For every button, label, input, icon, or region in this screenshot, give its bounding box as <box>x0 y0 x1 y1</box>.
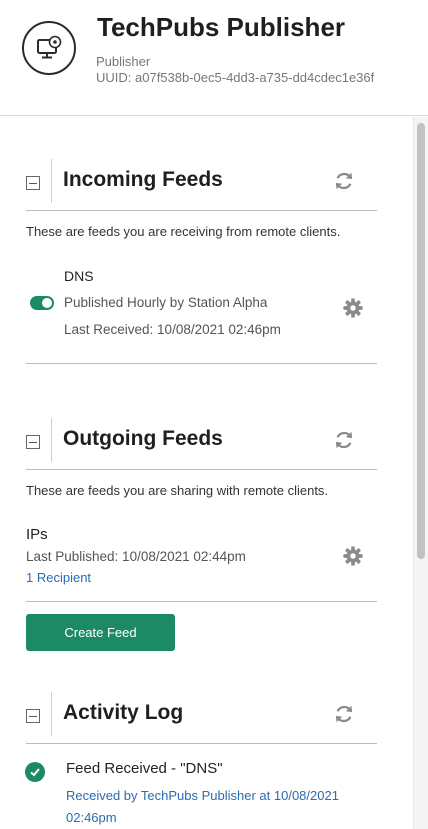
header-divider <box>51 159 52 203</box>
activity-entry-detail: Received by TechPubs Publisher at 10/08/… <box>66 788 339 825</box>
activity-log-title: Activity Log <box>63 701 184 724</box>
feed-enabled-toggle[interactable] <box>30 296 54 310</box>
incoming-feeds-header: Incoming Feeds <box>0 159 410 205</box>
refresh-outgoing-icon[interactable] <box>333 429 355 451</box>
incoming-description: These are feeds you are receiving from r… <box>26 224 341 239</box>
role-label: Publisher <box>96 54 151 69</box>
incoming-feed-last-received: Last Received: 10/08/2021 02:46pm <box>64 322 281 337</box>
app-title: TechPubs Publisher <box>97 12 346 42</box>
main-content: Incoming Feeds These are feeds you are r… <box>0 117 410 829</box>
incoming-feed-settings-icon[interactable] <box>342 297 364 319</box>
scrollbar-thumb[interactable] <box>417 123 425 559</box>
section-rule <box>26 210 377 211</box>
outgoing-description: These are feeds you are sharing with rem… <box>26 483 329 498</box>
section-rule <box>26 601 377 602</box>
outgoing-feed-last-published: Last Published: 10/08/2021 02:44pm <box>26 549 246 564</box>
incoming-feed-name: DNS <box>64 268 94 284</box>
outgoing-feeds-header: Outgoing Feeds <box>0 418 410 464</box>
outgoing-feed-settings-icon[interactable] <box>342 545 364 567</box>
collapse-outgoing-button[interactable] <box>26 435 40 449</box>
outgoing-feeds-title: Outgoing Feeds <box>63 427 223 450</box>
incoming-feeds-title: Incoming Feeds <box>63 168 223 191</box>
collapse-incoming-button[interactable] <box>26 176 40 190</box>
section-rule <box>26 363 377 364</box>
section-rule <box>26 469 377 470</box>
collapse-activity-button[interactable] <box>26 709 40 723</box>
activity-log-header: Activity Log <box>0 692 410 738</box>
success-check-icon <box>25 762 45 782</box>
scrollbar[interactable] <box>413 117 428 829</box>
header-divider <box>51 692 52 736</box>
recipients-link[interactable]: 1 Recipient <box>26 570 91 585</box>
section-rule <box>26 743 377 744</box>
monitor-gear-icon <box>22 21 76 75</box>
uuid-label: UUID: a07f538b-0ec5-4dd3-a735-dd4cdec1e3… <box>96 70 375 85</box>
outgoing-feed-name: IPs <box>26 526 48 543</box>
app-header: TechPubs Publisher Publisher UUID: a07f5… <box>0 0 428 116</box>
activity-entry-title: Feed Received - "DNS" <box>66 760 223 777</box>
refresh-activity-icon[interactable] <box>333 703 355 725</box>
refresh-incoming-icon[interactable] <box>333 170 355 192</box>
incoming-feed-schedule: Published Hourly by Station Alpha <box>64 295 268 310</box>
header-divider <box>51 418 52 462</box>
create-feed-button[interactable]: Create Feed <box>26 614 175 651</box>
